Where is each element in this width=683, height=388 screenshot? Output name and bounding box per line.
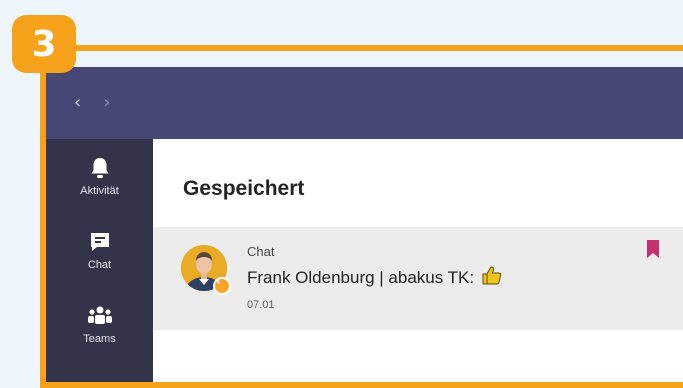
app-bar-item-chat[interactable]: Chat [46, 213, 153, 287]
chat-icon [87, 229, 113, 255]
app-bar-label: Aktivität [80, 185, 119, 197]
chevron-left-icon[interactable]: ‹ [74, 94, 81, 112]
saved-content-pane: Gespeichert Chat Frank Oldenburg | abaku… [153, 139, 683, 382]
step-number-badge: 3 [12, 15, 76, 73]
item-source-label: Chat [247, 244, 275, 259]
app-bar-item-activity[interactable]: Aktivität [46, 139, 153, 213]
title-bar: ‹ › [46, 67, 683, 139]
frame-top-strip [46, 51, 683, 67]
avatar [181, 245, 231, 295]
app-bar-item-teams[interactable]: Teams [46, 287, 153, 361]
chevron-right-icon[interactable]: › [103, 94, 110, 112]
away-status-icon [213, 277, 231, 295]
bookmark-icon[interactable] [646, 239, 660, 264]
app-bar-label: Teams [83, 333, 116, 345]
item-preview-label: Frank Oldenburg | abakus TK: [247, 267, 475, 287]
app-bar-label: Chat [87, 259, 112, 271]
screenshot-frame: ‹ › Aktivität Chat Teams Gespeichert Cha… [40, 45, 683, 388]
app-bar: Aktivität Chat Teams [46, 139, 153, 382]
bell-icon [87, 155, 113, 181]
item-preview-text: Frank Oldenburg | abakus TK: [247, 265, 502, 290]
page-title: Gespeichert [183, 177, 305, 200]
item-date: 07.01 [247, 299, 275, 311]
saved-message-item[interactable]: Chat Frank Oldenburg | abakus TK: 07.01 [153, 227, 683, 330]
thumbs-up-icon [480, 265, 502, 290]
teams-icon [87, 303, 113, 329]
